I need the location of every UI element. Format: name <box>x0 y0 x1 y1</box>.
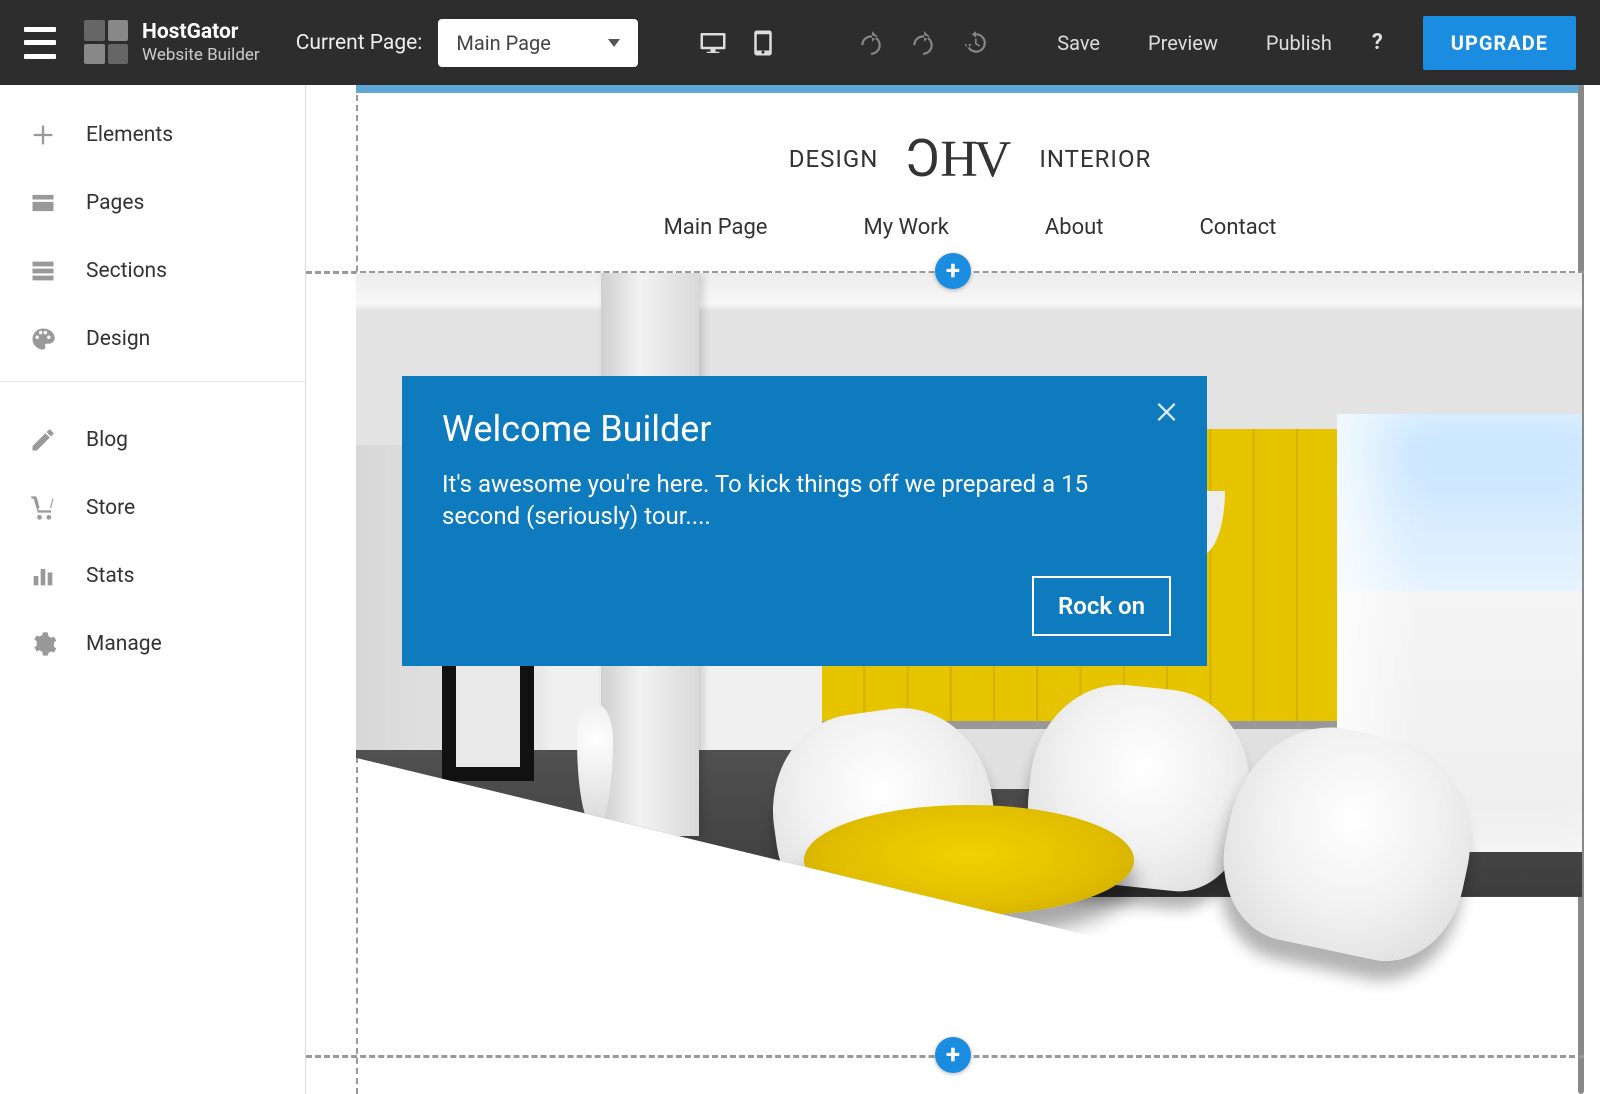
history-controls <box>858 30 988 56</box>
device-toggle <box>698 28 778 58</box>
site-logo-icon: CHV <box>910 128 1007 189</box>
desktop-icon[interactable] <box>698 28 728 58</box>
sidebar-item-pages[interactable]: Pages <box>0 169 305 237</box>
site-nav: Main Page My Work About Contact <box>664 215 1277 240</box>
sections-icon <box>24 257 62 285</box>
sidebar-item-label: Sections <box>86 259 167 283</box>
sidebar: Elements Pages Sections Design Blog Stor… <box>0 85 306 1094</box>
undo-icon[interactable] <box>858 30 884 56</box>
sidebar-item-elements[interactable]: Elements <box>0 101 305 169</box>
sidebar-item-label: Blog <box>86 428 128 452</box>
page-select-value: Main Page <box>456 31 550 55</box>
upgrade-button[interactable]: UPGRADE <box>1423 16 1576 70</box>
sidebar-item-label: Design <box>86 327 150 351</box>
save-button[interactable]: Save <box>1057 31 1100 55</box>
brand-subtitle: Website Builder <box>142 45 260 65</box>
sidebar-item-blog[interactable]: Blog <box>0 406 305 474</box>
help-icon[interactable]: ? <box>1372 30 1383 55</box>
plus-icon <box>24 121 62 149</box>
sidebar-item-stats[interactable]: Stats <box>0 542 305 610</box>
caret-down-icon <box>608 39 620 47</box>
sidebar-item-design[interactable]: Design <box>0 305 305 373</box>
brand-logo-icon <box>84 20 128 64</box>
history-icon[interactable] <box>962 30 988 56</box>
preview-button[interactable]: Preview <box>1148 31 1218 55</box>
cart-icon <box>24 494 62 522</box>
publish-button[interactable]: Publish <box>1266 31 1332 55</box>
add-section-top-button[interactable]: + <box>935 253 971 289</box>
bars-icon <box>24 562 62 590</box>
sidebar-item-store[interactable]: Store <box>0 474 305 542</box>
brand-name: HostGator <box>142 20 260 45</box>
sidebar-item-label: Manage <box>86 632 162 656</box>
menu-icon[interactable] <box>24 27 56 59</box>
welcome-body: It's awesome you're here. To kick things… <box>442 468 1122 533</box>
nav-item[interactable]: My Work <box>863 215 948 240</box>
welcome-modal: Welcome Builder It's awesome you're here… <box>402 376 1207 666</box>
site-logo-right: INTERIOR <box>1039 145 1151 173</box>
welcome-cta-button[interactable]: Rock on <box>1032 576 1171 636</box>
welcome-title: Welcome Builder <box>442 408 1167 450</box>
nav-item[interactable]: Contact <box>1199 215 1276 240</box>
add-section-bottom-button[interactable]: + <box>935 1037 971 1073</box>
sidebar-item-label: Stats <box>86 564 134 588</box>
selection-strip <box>356 85 1584 93</box>
sidebar-item-label: Store <box>86 496 135 520</box>
current-page-label: Current Page: <box>296 31 423 55</box>
pages-icon <box>24 189 62 217</box>
topbar: HostGator Website Builder Current Page: … <box>0 0 1600 85</box>
nav-item[interactable]: Main Page <box>664 215 768 240</box>
close-icon[interactable] <box>1153 398 1181 430</box>
sidebar-divider <box>0 381 305 382</box>
nav-item[interactable]: About <box>1045 215 1104 240</box>
sidebar-item-label: Elements <box>86 123 173 147</box>
pencil-icon <box>24 426 62 454</box>
site-logo-row: DESIGN CHV INTERIOR <box>789 128 1152 189</box>
page-select[interactable]: Main Page <box>438 19 638 67</box>
gear-icon <box>24 630 62 658</box>
palette-icon <box>24 325 62 353</box>
brand: HostGator Website Builder <box>84 20 260 66</box>
site-logo-left: DESIGN <box>789 145 879 173</box>
site-header[interactable]: DESIGN CHV INTERIOR Main Page My Work Ab… <box>358 97 1582 271</box>
top-links: Save Preview Publish <box>1057 31 1332 55</box>
sidebar-item-label: Pages <box>86 191 144 215</box>
redo-icon[interactable] <box>910 30 936 56</box>
mobile-icon[interactable] <box>748 28 778 58</box>
sidebar-item-sections[interactable]: Sections <box>0 237 305 305</box>
sidebar-item-manage[interactable]: Manage <box>0 610 305 678</box>
